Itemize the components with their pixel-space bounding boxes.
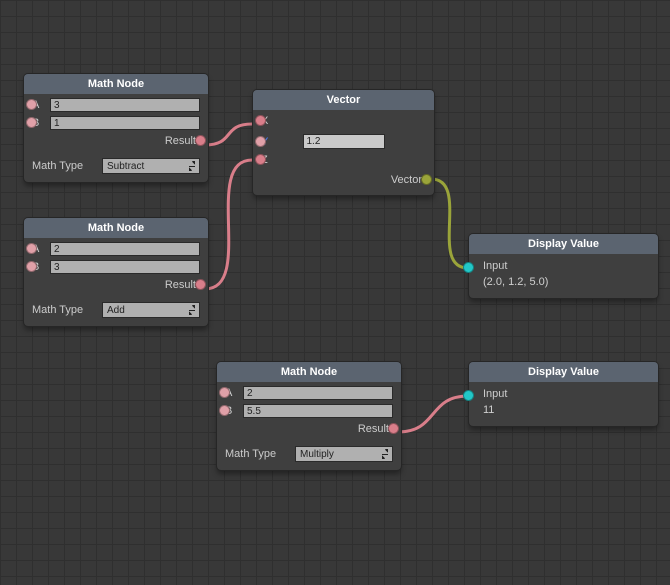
port-in-x[interactable]: [255, 115, 266, 126]
input-label: Input: [483, 388, 648, 400]
node-editor-canvas[interactable]: Math Node A B Result Math Type Subtract: [0, 0, 670, 585]
math-type-select[interactable]: Add: [102, 302, 200, 318]
node-header[interactable]: Display Value: [469, 362, 658, 382]
input-a[interactable]: [243, 386, 393, 400]
display-value: 11: [483, 404, 648, 416]
node-header[interactable]: Vector: [253, 90, 434, 110]
display-value-node-2[interactable]: Display Value Input 11: [469, 362, 658, 426]
input-a[interactable]: [50, 98, 200, 112]
node-header[interactable]: Math Node: [217, 362, 401, 382]
math-node-2[interactable]: Math Node A B Result Math Type Add: [24, 218, 208, 326]
port-in[interactable]: [463, 390, 474, 401]
port-in-a[interactable]: [219, 387, 230, 398]
display-value-node-1[interactable]: Display Value Input (2.0, 1.2, 5.0): [469, 234, 658, 298]
wire: [205, 160, 252, 289]
port-in[interactable]: [463, 262, 474, 273]
port-in-b[interactable]: [26, 261, 37, 272]
port-out-result[interactable]: [388, 423, 399, 434]
math-node-3[interactable]: Math Node A B Result Math Type Multiply: [217, 362, 401, 470]
math-type-label: Math Type: [32, 160, 102, 172]
node-header[interactable]: Display Value: [469, 234, 658, 254]
port-out-vector[interactable]: [421, 174, 432, 185]
input-b[interactable]: [50, 116, 200, 130]
port-out-result[interactable]: [195, 279, 206, 290]
port-in-a[interactable]: [26, 99, 37, 110]
math-type-label: Math Type: [225, 448, 295, 460]
input-b[interactable]: [50, 260, 200, 274]
math-type-select[interactable]: Multiply: [295, 446, 393, 462]
input-label: Input: [483, 260, 648, 272]
input-b[interactable]: [243, 404, 393, 418]
port-in-y[interactable]: [255, 136, 266, 147]
wire: [398, 396, 468, 432]
input-a[interactable]: [50, 242, 200, 256]
port-in-a[interactable]: [26, 243, 37, 254]
vector-node[interactable]: Vector X Y Z Vector: [253, 90, 434, 195]
math-type-label: Math Type: [32, 304, 102, 316]
math-node-1[interactable]: Math Node A B Result Math Type Subtract: [24, 74, 208, 182]
node-header[interactable]: Math Node: [24, 74, 208, 94]
wire: [205, 124, 252, 145]
wire: [431, 179, 468, 268]
port-out-result[interactable]: [195, 135, 206, 146]
node-header[interactable]: Math Node: [24, 218, 208, 238]
display-value: (2.0, 1.2, 5.0): [483, 276, 648, 288]
port-in-z[interactable]: [255, 154, 266, 165]
port-in-b[interactable]: [26, 117, 37, 128]
port-in-b[interactable]: [219, 405, 230, 416]
math-type-select[interactable]: Subtract: [102, 158, 200, 174]
